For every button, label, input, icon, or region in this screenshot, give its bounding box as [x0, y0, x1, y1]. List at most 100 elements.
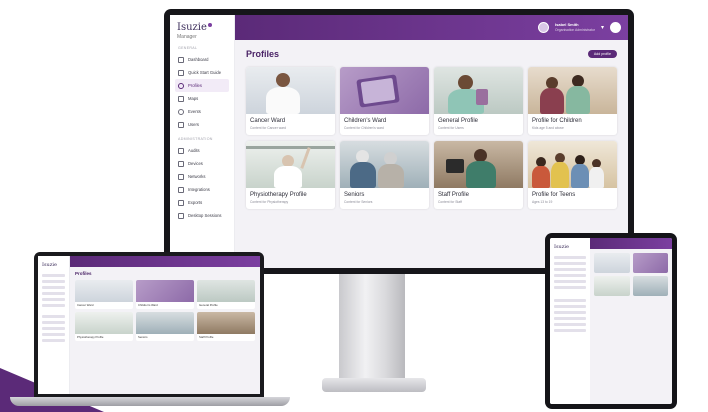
- laptop-device: Isuzie Profiles Cancer Ward Children's W…: [34, 252, 264, 398]
- sidebar-item-events[interactable]: Events: [175, 105, 229, 118]
- sidebar-item-label: Desktop Sessions: [188, 213, 222, 218]
- tablet-icon: [178, 160, 184, 167]
- sidebar-item-users[interactable]: Users: [175, 118, 229, 131]
- sidebar-item-label: Maps: [188, 96, 199, 101]
- laptop-profile-card[interactable]: Physiotherapy Profile: [75, 312, 133, 341]
- tablet-nav-line: [554, 280, 586, 283]
- chevron-down-icon[interactable]: ▾: [601, 24, 604, 31]
- sidebar-item-label: Integrations: [188, 187, 210, 192]
- laptop-nav-line: [42, 327, 65, 330]
- sidebar-item-label: Events: [188, 109, 201, 114]
- laptop-profile-grid: Cancer Ward Children's Ward General Prof…: [75, 280, 255, 341]
- tablet-nav-line: [554, 256, 586, 259]
- sidebar-section-admin: ADMINISTRATION: [178, 137, 213, 141]
- tablet-profile-card[interactable]: [632, 253, 668, 273]
- export-icon: [178, 199, 184, 206]
- laptop-profile-image: [75, 280, 133, 302]
- monitor-stand-base: [322, 378, 426, 392]
- app-screen: Isuzie Manager GENERAL Dashboard Quick S…: [170, 15, 628, 268]
- laptop-profile-title: Staff Profile: [199, 335, 214, 339]
- laptop-nav-line: [42, 280, 65, 283]
- laptop-top-bar: [70, 256, 260, 267]
- laptop-profile-title: General Profile: [199, 303, 218, 307]
- logo-dot-icon: [207, 23, 212, 27]
- profile-card[interactable]: Profile for Teens Ages 13 to 19: [528, 140, 617, 209]
- logo-text: Isuzie: [177, 22, 207, 33]
- profile-image-staff: [434, 140, 523, 188]
- users-icon: [178, 121, 184, 128]
- sidebar-section-general: GENERAL: [178, 46, 198, 50]
- tablet-nav-line: [554, 311, 586, 314]
- sidebar-item-devices[interactable]: Devices: [175, 157, 229, 170]
- sidebar-item-profiles[interactable]: Profiles: [175, 79, 229, 92]
- tablet-nav-line: [554, 305, 586, 308]
- sidebar: Isuzie Manager GENERAL Dashboard Quick S…: [170, 15, 235, 268]
- profile-card[interactable]: Children's Ward Content for Children's wa…: [340, 67, 429, 135]
- profile-card[interactable]: Profile for Children Kids age 5 and above: [528, 67, 617, 135]
- laptop-logo: Isuzie: [42, 262, 57, 268]
- profile-image-children: [528, 67, 617, 114]
- sidebar-item-maps[interactable]: Maps: [175, 92, 229, 105]
- sidebar-item-dashboard[interactable]: Dashboard: [175, 53, 229, 66]
- sidebar-item-label: Networks: [188, 174, 206, 179]
- laptop-profile-title: Cancer Ward: [77, 303, 94, 307]
- sidebar-item-desktop-sessions[interactable]: Desktop Sessions: [175, 209, 229, 222]
- laptop-main: Profiles Cancer Ward Children's Ward Gen…: [70, 256, 260, 394]
- laptop-nav-line: [42, 339, 65, 342]
- top-bar: Isabel Smith Organisation Administrator …: [235, 15, 628, 40]
- laptop-profile-card[interactable]: Cancer Ward: [75, 280, 133, 309]
- sidebar-item-exports[interactable]: Exports: [175, 196, 229, 209]
- user-menu[interactable]: Isabel Smith Organisation Administrator: [555, 22, 595, 32]
- app-logo[interactable]: Isuzie: [177, 23, 229, 33]
- list-icon: [178, 147, 184, 154]
- laptop-profile-card[interactable]: Staff Profile: [197, 312, 255, 341]
- sidebar-item-networks[interactable]: Networks: [175, 170, 229, 183]
- laptop-nav-line: [42, 304, 65, 307]
- plug-icon: [178, 186, 184, 193]
- profile-card[interactable]: General Profile Content for Users: [434, 67, 523, 135]
- profile-card[interactable]: Staff Profile Content for Staff: [434, 140, 523, 209]
- settings-avatar[interactable]: [610, 22, 621, 33]
- laptop-sidebar: Isuzie: [38, 256, 70, 394]
- laptop-profile-card[interactable]: Children's Ward: [136, 280, 194, 309]
- profile-title: Profile for Children: [532, 118, 582, 124]
- profile-image-woman-tablet: [434, 67, 523, 114]
- product-showcase: Isuzie Manager GENERAL Dashboard Quick S…: [0, 0, 708, 412]
- sidebar-item-label: Profiles: [188, 83, 202, 88]
- laptop-page-title: Profiles: [75, 271, 92, 276]
- grid-icon: [178, 56, 184, 63]
- profile-card[interactable]: Physiotherapy Profile Content for Physiot…: [246, 140, 335, 209]
- user-role: Organisation Administrator: [555, 27, 595, 32]
- profile-title: Seniors: [344, 191, 365, 198]
- laptop-profile-image: [136, 280, 194, 302]
- laptop-profile-title: Seniors: [138, 335, 148, 339]
- laptop-nav-line: [42, 333, 65, 336]
- laptop-profile-card[interactable]: Seniors: [136, 312, 194, 341]
- profile-card[interactable]: Cancer Ward Content for Cancer ward: [246, 67, 335, 135]
- avatar[interactable]: [538, 22, 550, 33]
- tablet-profile-card[interactable]: [632, 276, 668, 296]
- tablet-nav-line: [554, 268, 586, 271]
- profile-subtitle: Content for Children's ward: [344, 125, 384, 130]
- laptop-nav-line: [42, 292, 65, 295]
- page-title: Profiles: [246, 49, 280, 59]
- tablet-app-screen: Isuzie: [550, 238, 672, 404]
- profile-subtitle: Ages 13 to 19: [532, 199, 553, 204]
- profile-card[interactable]: Seniors Content for Seniors: [340, 140, 429, 209]
- sidebar-item-label: Exports: [188, 200, 203, 205]
- sidebar-item-quick-start[interactable]: Quick Start Guide: [175, 66, 229, 79]
- sidebar-item-audits[interactable]: Audits: [175, 144, 229, 157]
- sidebar-item-label: Dashboard: [188, 57, 209, 62]
- sidebar-item-integrations[interactable]: Integrations: [175, 183, 229, 196]
- laptop-profile-card[interactable]: General Profile: [197, 280, 255, 309]
- book-icon: [178, 69, 184, 76]
- tablet-main: [590, 238, 672, 404]
- tablet-profile-image: [594, 253, 630, 273]
- tablet-logo: Isuzie: [554, 244, 569, 250]
- add-profile-button[interactable]: Add profile: [587, 50, 617, 58]
- tablet-profile-grid: [590, 249, 672, 300]
- tablet-nav-line: [554, 286, 586, 289]
- profile-title: Cancer Ward: [250, 118, 286, 124]
- tablet-profile-card[interactable]: [594, 276, 630, 296]
- tablet-profile-card[interactable]: [594, 253, 630, 273]
